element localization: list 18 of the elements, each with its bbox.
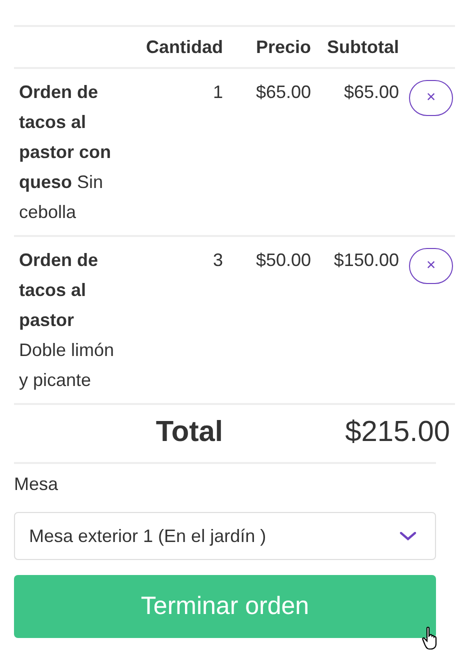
- price: $50.00: [256, 250, 311, 270]
- total-amount: $215.00: [345, 416, 450, 448]
- item-description: Orden de tacos al pastor Doble limón y picante: [19, 250, 114, 390]
- total-label: Total: [156, 416, 223, 448]
- quantity: 3: [212, 250, 223, 270]
- price: $65.00: [256, 82, 311, 102]
- column-header: Precio: [256, 36, 311, 56]
- chevron-down-icon: [399, 530, 417, 542]
- subtotal: $65.00: [344, 82, 399, 102]
- table-select[interactable]: Mesa exterior 1 (En el jardín ): [14, 512, 436, 560]
- column-header: Subtotal: [327, 36, 399, 56]
- field-label: Mesa: [14, 474, 58, 494]
- remove-button[interactable]: ×: [409, 248, 453, 284]
- column-header: Cantidad: [146, 36, 223, 56]
- quantity: 1: [212, 82, 223, 102]
- subtotal: $150.00: [334, 250, 399, 270]
- remove-button[interactable]: ×: [409, 80, 453, 116]
- item-description: Orden de tacos al pastor con queso Sin cebolla: [19, 82, 112, 222]
